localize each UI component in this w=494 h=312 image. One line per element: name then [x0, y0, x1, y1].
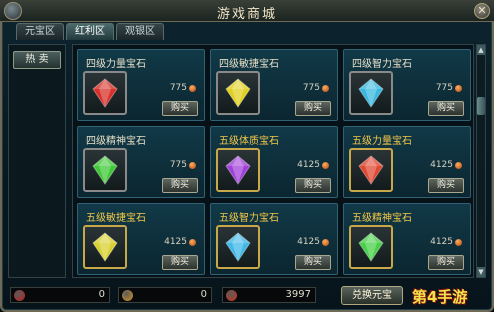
gem-icon [225, 232, 251, 262]
item-name: 四级力量宝石 [86, 59, 146, 70]
gold-coin-icon [122, 290, 133, 301]
close-button[interactable]: ✕ [474, 3, 490, 19]
buy-button[interactable]: 购买 [428, 101, 464, 116]
scroll-down-icon[interactable]: ▼ [477, 267, 485, 277]
currency-coin-icon [322, 161, 329, 169]
price-value: 4125 [430, 237, 453, 247]
gem-icon [358, 78, 384, 108]
currency-coin-icon [322, 84, 329, 92]
scroll-thumb[interactable] [477, 97, 485, 115]
item-price: 4125 [164, 237, 196, 247]
currency-coin-icon [322, 238, 329, 246]
item-grid: 四级力量宝石 775 购买 四级敏捷宝石 775 购买 四级智力宝石 775 购买 四级精神宝石 7… [72, 44, 474, 278]
gem-icon [358, 232, 384, 262]
buy-button[interactable]: 购买 [295, 101, 331, 116]
price-value: 775 [169, 83, 187, 93]
item-slot[interactable] [216, 148, 260, 192]
item-price: 4125 [297, 237, 329, 247]
item-price: 775 [170, 160, 196, 170]
item-card[interactable]: 五级力量宝石 4125 购买 [343, 126, 471, 198]
currency-red-token: 3997 [222, 287, 316, 303]
scrollbar[interactable]: ▲ ▼ [476, 44, 486, 278]
item-price: 4125 [297, 160, 329, 170]
buy-button[interactable]: 购买 [295, 255, 331, 270]
hot-sale-button[interactable]: 热 卖 [13, 51, 61, 69]
item-name: 五级智力宝石 [219, 213, 279, 224]
item-slot[interactable] [349, 148, 393, 192]
gem-icon [92, 232, 118, 262]
currency-value: 0 [98, 289, 105, 300]
buy-button[interactable]: 购买 [162, 101, 198, 116]
item-slot[interactable] [349, 225, 393, 269]
scroll-up-icon[interactable]: ▲ [477, 45, 485, 55]
red-token-icon [226, 290, 237, 301]
title-bar: 游戏商城 ✕ [0, 0, 494, 22]
price-value: 775 [435, 83, 453, 93]
item-name: 四级精神宝石 [86, 136, 146, 147]
item-price: 775 [170, 83, 196, 93]
buy-button[interactable]: 购买 [162, 178, 198, 193]
price-value: 4125 [297, 160, 320, 170]
tab-hongli[interactable]: 红利区 [66, 23, 114, 40]
item-name: 五级敏捷宝石 [86, 213, 146, 224]
gem-icon [92, 155, 118, 185]
currency-coin-icon [455, 161, 462, 169]
item-slot[interactable] [216, 71, 260, 115]
price-value: 4125 [430, 160, 453, 170]
tab-yuanbao[interactable]: 元宝区 [16, 23, 64, 40]
tab-guanyin[interactable]: 观银区 [116, 23, 164, 40]
item-card[interactable]: 四级敏捷宝石 775 购买 [210, 49, 338, 121]
buy-button[interactable]: 购买 [162, 255, 198, 270]
item-card[interactable]: 四级精神宝石 775 购买 [77, 126, 205, 198]
currency-coin-icon [455, 84, 462, 92]
currency-value: 3997 [285, 289, 311, 300]
window-title: 游戏商城 [216, 7, 277, 22]
currency-red-gem: 0 [10, 287, 110, 303]
price-value: 775 [169, 160, 187, 170]
price-value: 4125 [297, 237, 320, 247]
item-slot[interactable] [216, 225, 260, 269]
red-gem-icon [14, 290, 25, 301]
item-slot[interactable] [349, 71, 393, 115]
item-card[interactable]: 五级体质宝石 4125 购买 [210, 126, 338, 198]
watermark-logo: 第4手游 [412, 288, 468, 306]
item-slot[interactable] [83, 71, 127, 115]
buy-button[interactable]: 购买 [428, 255, 464, 270]
item-slot[interactable] [83, 225, 127, 269]
currency-value: 0 [200, 289, 207, 300]
item-card[interactable]: 五级精神宝石 4125 购买 [343, 203, 471, 275]
item-card[interactable]: 四级智力宝石 775 购买 [343, 49, 471, 121]
item-price: 4125 [430, 237, 462, 247]
buy-button[interactable]: 购买 [295, 178, 331, 193]
gem-icon [92, 78, 118, 108]
gem-icon [225, 78, 251, 108]
currency-coin-icon [189, 161, 196, 169]
item-name: 五级精神宝石 [352, 213, 412, 224]
item-price: 775 [436, 83, 462, 93]
item-price: 775 [303, 83, 329, 93]
tab-bar: 元宝区 红利区 观银区 [16, 23, 164, 40]
item-name: 四级智力宝石 [352, 59, 412, 70]
gem-icon [358, 155, 384, 185]
currency-coin-icon [455, 238, 462, 246]
currency-gold-coin: 0 [118, 287, 212, 303]
item-card[interactable]: 五级智力宝石 4125 购买 [210, 203, 338, 275]
item-name: 四级敏捷宝石 [219, 59, 279, 70]
item-card[interactable]: 四级力量宝石 775 购买 [77, 49, 205, 121]
currency-coin-icon [189, 238, 196, 246]
exchange-yuanbao-button[interactable]: 兑换元宝 [341, 286, 403, 305]
price-value: 4125 [164, 237, 187, 247]
item-name: 五级力量宝石 [352, 136, 412, 147]
currency-coin-icon [189, 84, 196, 92]
item-card[interactable]: 五级敏捷宝石 4125 购买 [77, 203, 205, 275]
gem-icon [225, 155, 251, 185]
price-value: 775 [302, 83, 320, 93]
buy-button[interactable]: 购买 [428, 178, 464, 193]
item-name: 五级体质宝石 [219, 136, 279, 147]
item-price: 4125 [430, 160, 462, 170]
item-slot[interactable] [83, 148, 127, 192]
category-sidebar: 热 卖 [8, 44, 66, 278]
